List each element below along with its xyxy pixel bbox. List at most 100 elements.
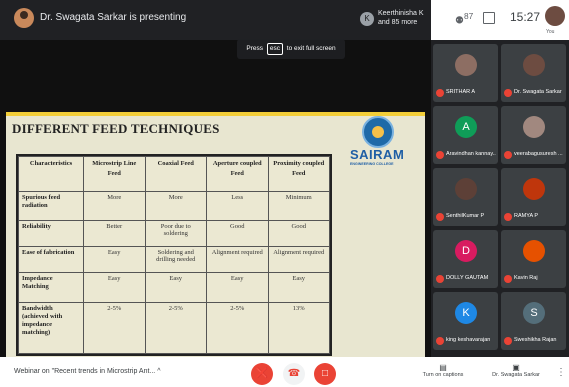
table-cell: Better — [83, 219, 146, 248]
bottom-bar: Webinar on "Recent trends in Microstrip … — [0, 357, 569, 387]
participant-name: Sweshikha Rajan — [514, 337, 557, 343]
participant-name: RAMYA P — [514, 213, 539, 219]
leave-call-button[interactable]: ☎ — [283, 363, 305, 385]
table-row: Impedance Matching Easy Easy Easy Easy — [18, 272, 330, 303]
mic-off-button[interactable]: ❌ — [251, 363, 273, 385]
participant-tile[interactable]: S Sweshikha Rajan — [501, 292, 566, 350]
table-cell: 2-5% — [206, 301, 269, 355]
table-cell: Ease of fabrication — [18, 246, 84, 274]
participant-name: king keshavarajan — [446, 337, 491, 343]
table-cell: 2-5% — [83, 301, 146, 355]
table-cell: Impedance Matching — [18, 272, 84, 303]
table-cell: Good — [206, 219, 269, 248]
table-cell: Less — [206, 190, 269, 221]
table-cell: Easy — [83, 272, 146, 303]
muted-mic-icon — [436, 89, 444, 97]
comparison-table: Characteristics Microstrip Line Feed Coa… — [16, 154, 332, 356]
meeting-title-text: Webinar on "Recent trends in Microstrip … — [14, 368, 156, 375]
muted-mic-icon — [504, 337, 512, 345]
muted-mic-icon — [504, 151, 512, 159]
esc-key: esc — [266, 43, 283, 55]
table-cell: 2-5% — [144, 301, 207, 355]
participants-count[interactable]: ⚉87 — [455, 11, 473, 26]
muted-mic-icon — [504, 89, 512, 97]
participant-avatar: D — [455, 240, 477, 262]
top-right-panel: ⚉87 15:27 You — [431, 0, 569, 40]
participant-avatar — [523, 178, 545, 200]
table-row: Spurious feed radiation More More Less M… — [18, 190, 330, 221]
participant-tile[interactable]: Dr. Swagata Sarkar — [501, 44, 566, 102]
table-row: Reliability Better Poor due to soldering… — [18, 219, 330, 248]
table-cell: Easy — [144, 272, 207, 303]
table-cell: Easy — [206, 272, 269, 303]
participant-avatar — [455, 178, 477, 200]
presentation-area: DIFFERENT FEED TECHNIQUES SAIRAM ENGINEE… — [0, 40, 431, 387]
participant-name: Dr. Swagata Sarkar — [514, 89, 562, 95]
captions-button[interactable]: ▤ Turn on captions — [418, 363, 468, 378]
camera-off-button[interactable]: □ — [314, 363, 336, 385]
table-header-cell: Characteristics — [18, 156, 84, 192]
table-cell: More — [83, 190, 146, 221]
viewers-more: and 85 more — [378, 19, 418, 26]
participant-tile[interactable]: Kavin Raj — [501, 230, 566, 288]
participant-tile[interactable]: Kking keshavarajan — [433, 292, 498, 350]
hang-up-icon: ☎ — [287, 368, 301, 379]
captions-icon: ▤ — [439, 363, 447, 372]
participant-avatar — [523, 240, 545, 262]
fullscreen-hint: Press esc to exit full screen — [237, 39, 345, 59]
college-logo-text: SAIRAM — [350, 147, 405, 162]
meeting-title[interactable]: Webinar on "Recent trends in Microstrip … — [14, 368, 161, 375]
table-header-cell: Proximity coupled Feed — [267, 156, 330, 192]
participant-name: Kavin Raj — [514, 275, 538, 281]
more-options-icon[interactable]: ⋮ — [556, 367, 566, 378]
table-cell: Alignment required — [267, 246, 330, 274]
participant-name: SRITHAR A — [446, 89, 476, 95]
table-header-cell: Coaxial Feed — [144, 156, 207, 192]
table-cell: Minimum — [267, 190, 330, 221]
participant-tile[interactable]: SenthilKumar P — [433, 168, 498, 226]
table-cell: Good — [267, 219, 330, 248]
presenter-avatar — [14, 8, 34, 28]
mic-off-icon: ❌ — [255, 368, 269, 379]
table-cell: Spurious feed radiation — [18, 190, 84, 221]
presenting-label: Dr. Swagata Sarkar — [492, 372, 540, 378]
participant-avatar — [455, 54, 477, 76]
present-screen-icon: ▣ — [512, 363, 520, 372]
viewers-summary[interactable]: Keerthinisha K and 85 more — [378, 9, 438, 27]
viewers-name: Keerthinisha K — [378, 10, 424, 17]
table-cell: Reliability — [18, 219, 84, 248]
slide-title: DIFFERENT FEED TECHNIQUES — [12, 121, 220, 136]
participant-avatar: K — [455, 302, 477, 324]
table-row: Bandwidth (achieved with impedance match… — [18, 301, 330, 355]
muted-mic-icon — [436, 275, 444, 283]
participant-avatar: S — [523, 302, 545, 324]
participant-avatar — [523, 54, 545, 76]
muted-mic-icon — [436, 151, 444, 159]
slide: DIFFERENT FEED TECHNIQUES SAIRAM ENGINEE… — [6, 112, 425, 387]
participant-tile[interactable]: D DOLLY GAUTAM — [433, 230, 498, 288]
chat-icon[interactable] — [483, 12, 495, 24]
participants-count-value: 87 — [463, 11, 474, 21]
participant-name: SenthilKumar P — [446, 213, 485, 219]
presenting-button[interactable]: ▣ Dr. Swagata Sarkar — [486, 363, 546, 378]
table-cell: Easy — [83, 246, 146, 274]
table-header-cell: Aperture coupled Feed — [206, 156, 269, 192]
hint-press: Press — [246, 45, 264, 52]
self-avatar[interactable] — [545, 6, 565, 26]
presenter-status: Dr. Swagata Sarkar is presenting — [40, 12, 187, 23]
muted-mic-icon — [436, 213, 444, 221]
camera-off-icon: □ — [321, 368, 329, 379]
participant-tile[interactable]: RAMYA P — [501, 168, 566, 226]
participant-tile[interactable]: veerabagusuresh ... — [501, 106, 566, 164]
participant-name: Aravindhan kannay... — [446, 151, 496, 157]
table-header-cell: Microstrip Line Feed — [83, 156, 146, 192]
participant-tile[interactable]: A Aravindhan kannay... — [433, 106, 498, 164]
muted-mic-icon — [504, 275, 512, 283]
muted-mic-icon — [504, 213, 512, 221]
table-row: Ease of fabrication Easy Soldering and d… — [18, 246, 330, 274]
participant-tile[interactable]: SRITHAR A — [433, 44, 498, 102]
participant-avatar: A — [455, 116, 477, 138]
viewer-avatar[interactable]: K — [360, 12, 374, 26]
captions-label: Turn on captions — [422, 372, 464, 378]
slide-top-band — [6, 112, 425, 116]
